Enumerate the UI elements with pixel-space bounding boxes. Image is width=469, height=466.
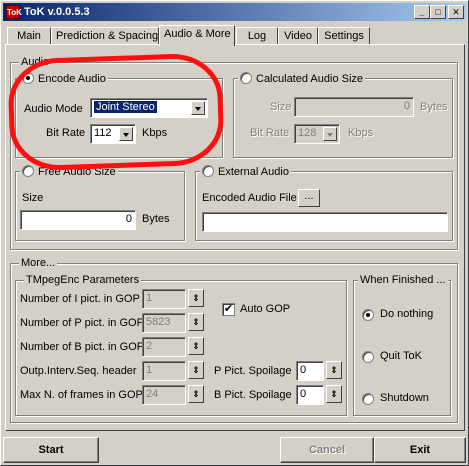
when-finished-title: When Finished ... xyxy=(358,274,448,286)
calculated-audio-group: Calculated Audio Size Size 0 Bytes Bit R… xyxy=(233,72,453,158)
free-bytes-label: Bytes xyxy=(142,213,170,225)
app-window: ToK ToK v.0.0.5.3 _ □ ✕ Main Prediction … xyxy=(0,0,469,466)
b-spoilage-label: B Pict. Spoilage xyxy=(214,389,292,401)
tmpeg-params-group: TMpegEnc Parameters Number of I pict. in… xyxy=(15,274,347,416)
tab-log[interactable]: Log xyxy=(236,27,278,45)
annotation-highlight-ring xyxy=(7,52,225,172)
shutdown-radio[interactable] xyxy=(362,393,374,405)
more-group-title: More... xyxy=(19,257,58,269)
tmpeg-params-title: TMpegEnc Parameters xyxy=(24,274,142,286)
free-audio-radio[interactable] xyxy=(22,165,34,177)
calc-bit-rate-label: Bit Rate xyxy=(250,127,290,139)
calc-size-field[interactable]: 0 xyxy=(294,97,414,117)
param-field-b[interactable]: 2 xyxy=(142,337,186,357)
start-button[interactable]: Start xyxy=(3,437,99,463)
spinner-icon[interactable]: ⇕ xyxy=(188,313,204,331)
minimize-button[interactable]: _ xyxy=(414,5,430,19)
calc-size-label: Size xyxy=(270,101,292,113)
calc-bit-rate-select[interactable]: 128 xyxy=(294,124,340,144)
more-group: More... TMpegEnc Parameters Number of I … xyxy=(10,257,458,423)
p-spoilage-label: P Pict. Spoilage xyxy=(214,365,292,377)
close-button[interactable]: ✕ xyxy=(448,5,464,19)
title-bar[interactable]: ToK ToK v.0.0.5.3 _ □ ✕ xyxy=(3,3,466,21)
param-field-max[interactable]: 24 xyxy=(142,385,186,405)
encoded-file-label: Encoded Audio File xyxy=(202,192,297,204)
spinner-icon[interactable]: ⇕ xyxy=(188,337,204,355)
param-label-seq: Outp.Interv.Seq. header xyxy=(20,365,137,377)
calculated-audio-radio[interactable] xyxy=(240,72,252,84)
external-audio-label: External Audio xyxy=(218,166,289,178)
param-field-i[interactable]: 1 xyxy=(142,289,186,309)
spinner-icon[interactable]: ⇕ xyxy=(326,361,342,379)
tab-strip: Main Prediction & Spacing Audio & More L… xyxy=(5,25,465,46)
cancel-button[interactable]: Cancel xyxy=(280,437,374,463)
browse-button[interactable]: ... xyxy=(298,189,320,207)
shutdown-label: Shutdown xyxy=(380,392,429,404)
do-nothing-label: Do nothing xyxy=(380,308,434,320)
spinner-icon[interactable]: ⇕ xyxy=(188,361,204,379)
tab-main[interactable]: Main xyxy=(7,27,51,45)
spinner-icon[interactable]: ⇕ xyxy=(188,385,204,403)
quit-tok-radio[interactable] xyxy=(362,351,374,363)
auto-gop-checkbox[interactable]: ✔ xyxy=(222,303,235,316)
window-title: ToK v.0.0.5.3 xyxy=(24,6,90,18)
maximize-button[interactable]: □ xyxy=(430,5,446,19)
external-audio-radio[interactable] xyxy=(202,165,214,177)
spinner-icon[interactable]: ⇕ xyxy=(188,289,204,307)
chevron-down-icon[interactable] xyxy=(323,127,337,141)
calc-kbps-label: Kbps xyxy=(348,127,374,139)
param-label-max: Max N. of frames in GOP xyxy=(20,389,143,401)
free-size-field[interactable]: 0 xyxy=(20,210,136,230)
param-label-i: Number of I pict. in GOP xyxy=(20,293,140,305)
quit-tok-label: Quit ToK xyxy=(380,350,422,362)
spinner-icon[interactable]: ⇕ xyxy=(326,385,342,403)
param-field-p[interactable]: 5823 xyxy=(142,313,186,333)
tab-audio-more[interactable]: Audio & More xyxy=(159,25,235,46)
tab-prediction-spacing[interactable]: Prediction & Spacing xyxy=(51,27,159,45)
param-label-p: Number of P pict. in GOP xyxy=(20,317,144,329)
calc-bit-rate-value: 128 xyxy=(298,127,317,139)
tab-settings[interactable]: Settings xyxy=(318,27,370,45)
external-audio-group: External Audio Encoded Audio File ... xyxy=(195,165,453,241)
param-label-b: Number of B pict. in GOP xyxy=(20,341,145,353)
calculated-audio-label: Calculated Audio Size xyxy=(256,73,364,85)
free-audio-group: Free Audio Size Size 0 Bytes xyxy=(15,165,185,241)
tab-video[interactable]: Video xyxy=(278,27,318,45)
param-field-seq[interactable]: 1 xyxy=(142,361,186,381)
app-icon: ToK xyxy=(6,5,22,19)
b-spoilage-field[interactable]: 0 xyxy=(296,385,324,405)
do-nothing-radio[interactable] xyxy=(362,309,374,321)
encoded-file-field[interactable] xyxy=(202,212,448,232)
free-size-label: Size xyxy=(22,192,44,204)
auto-gop-label: Auto GOP xyxy=(240,303,291,315)
when-finished-group: When Finished ... Do nothing Quit ToK Sh… xyxy=(353,274,451,416)
exit-button[interactable]: Exit xyxy=(374,437,466,463)
calc-bytes-label: Bytes xyxy=(420,101,448,113)
p-spoilage-field[interactable]: 0 xyxy=(296,361,324,381)
